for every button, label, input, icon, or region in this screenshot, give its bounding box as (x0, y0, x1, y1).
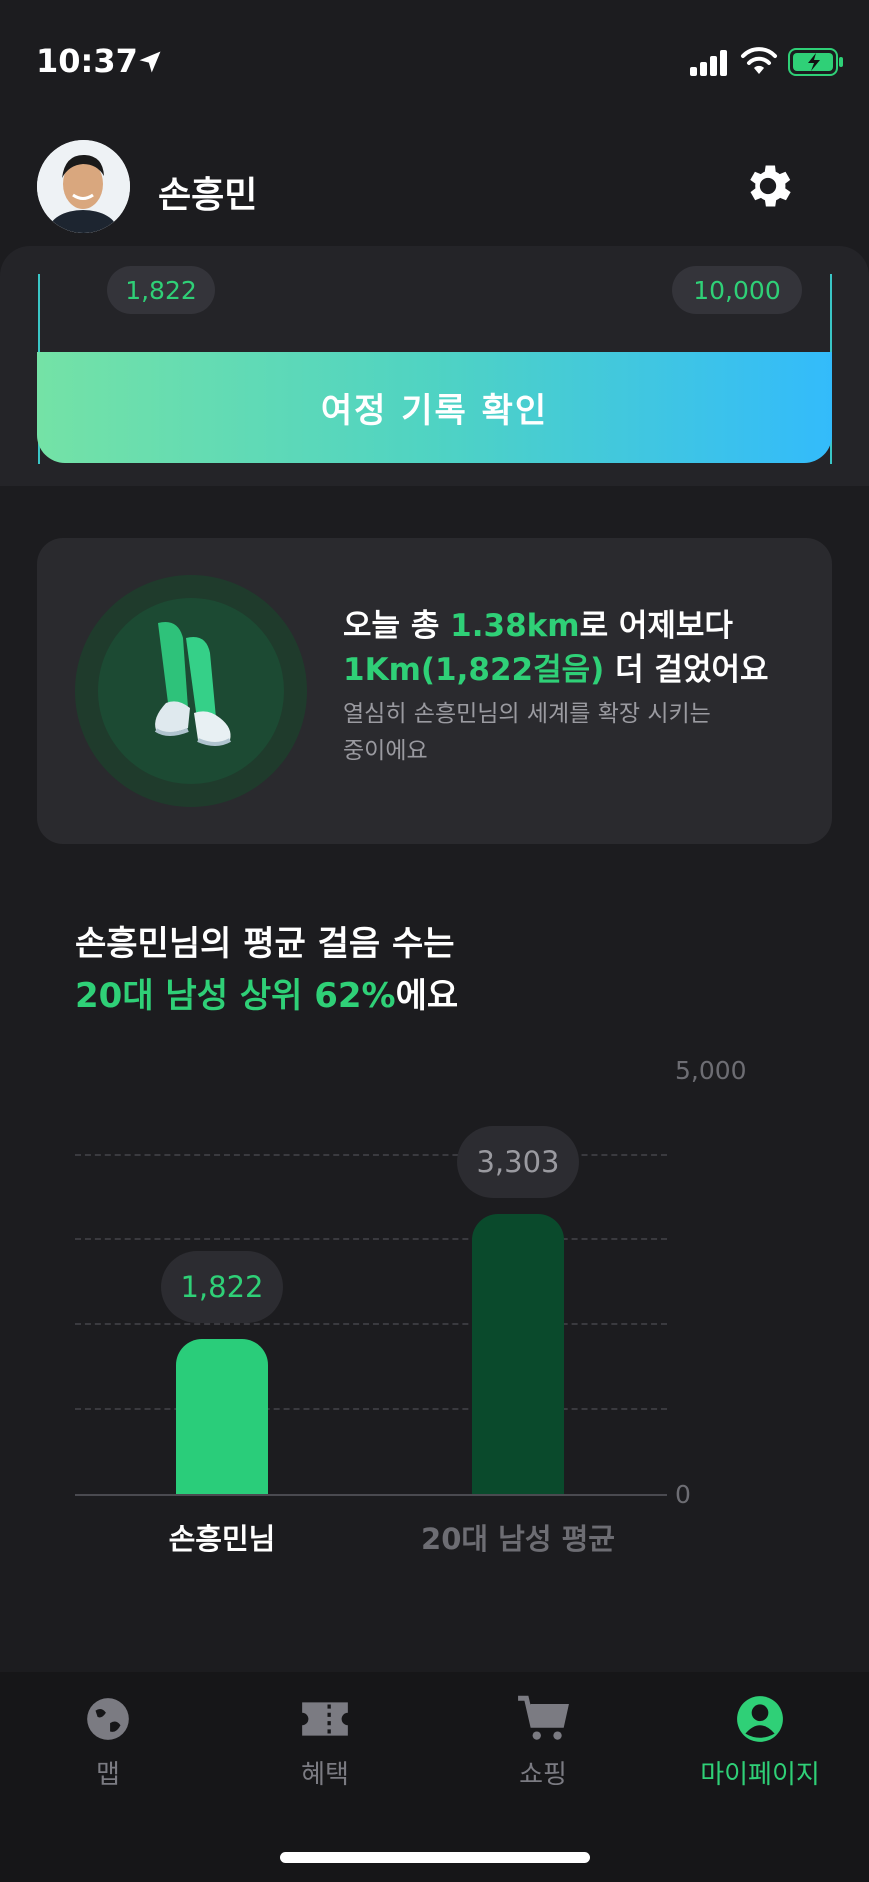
location-arrow-icon (139, 51, 161, 73)
avatar[interactable] (37, 140, 130, 233)
tab-map[interactable]: 맵 (8, 1694, 208, 1791)
chart-category-label: 20대 남성 평균 (421, 1522, 615, 1556)
status-bar: 10:37 (0, 0, 869, 120)
chart-bar (472, 1213, 564, 1494)
home-indicator (280, 1852, 590, 1863)
distance-diff: 1Km(1,822걸음) (343, 652, 605, 688)
gear-icon[interactable] (740, 158, 796, 214)
tab-mypage[interactable]: 마이페이지 (660, 1694, 860, 1791)
tab-benefits[interactable]: 혜택 (225, 1694, 425, 1791)
grid-line (75, 1238, 667, 1240)
cart-icon (518, 1695, 569, 1740)
ticket-icon (302, 1702, 348, 1736)
wifi-icon (741, 47, 777, 74)
battery-charging-icon (788, 48, 843, 76)
ranking-title: 손흥민님의 평균 걸음 수는 20대 남성 상위 62%에요 (75, 924, 459, 1016)
goal-steps-pill: 10,000 (672, 266, 802, 314)
chart-category-label: 손흥민님 (168, 1522, 276, 1556)
walk-illustration (75, 575, 307, 807)
tab-shopping[interactable]: 쇼핑 (443, 1694, 643, 1791)
y-tick-max: 5,000 (675, 1056, 747, 1085)
journey-record-button[interactable]: 여정 기록 확인 (37, 352, 832, 463)
walk-subtext: 열심히 손흥민님의 세계를 확장 시키는 중이에요 (343, 701, 711, 764)
walk-summary-card: 오늘 총 1.38km로 어제보다 1Km(1,822걸음) 더 걸었어요 열심… (37, 538, 832, 844)
chart-value-label: 3,303 (457, 1125, 579, 1198)
walk-summary-text: 오늘 총 1.38km로 어제보다 1Km(1,822걸음) 더 걸었어요 열심… (343, 604, 813, 770)
ranking-highlight: 20대 남성 상위 62% (75, 976, 396, 1016)
profile-icon (737, 1696, 783, 1742)
today-distance: 1.38km (450, 608, 580, 644)
profile-header: 손흥민 (0, 130, 869, 240)
chart-bar (176, 1339, 268, 1494)
bottom-tab-bar: 맵 혜택 쇼핑 마이페이지 (0, 1672, 869, 1882)
cellular-signal-icon (690, 50, 727, 76)
username: 손흥민 (158, 175, 258, 216)
walk-line-1: 오늘 총 1.38km로 어제보다 (343, 608, 733, 644)
status-time: 10:37 (36, 42, 138, 80)
baseline (75, 1494, 667, 1496)
walk-line-2: 1Km(1,822걸음) 더 걸었어요 (343, 652, 769, 688)
grid-line (75, 1323, 667, 1325)
steps-comparison-chart: 5,000 0 1,822 손흥민님 3,303 20대 남성 평균 (0, 1040, 869, 1580)
y-tick-zero: 0 (675, 1480, 691, 1509)
chart-value-label: 1,822 (161, 1251, 283, 1324)
globe-icon (87, 1698, 129, 1740)
walking-legs-icon (154, 622, 231, 746)
grid-line (75, 1408, 667, 1410)
current-steps-pill: 1,822 (107, 266, 215, 314)
